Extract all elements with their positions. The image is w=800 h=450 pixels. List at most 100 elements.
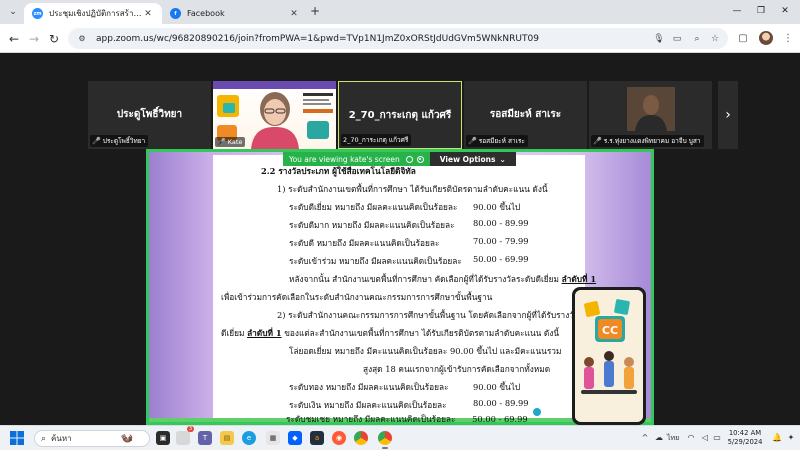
doc-value: 80.00 - 89.99 [473, 218, 529, 228]
participant-display-name: 2_70_การะเกตุ แก้วศรี [348, 110, 452, 121]
system-clock[interactable]: 10:42 AM 5/29/2024 [722, 429, 768, 447]
doc-value: 50.00 - 69.99 [473, 254, 529, 264]
doc-value: 70.00 - 79.99 [473, 236, 529, 246]
notification-bell-icon[interactable]: 🔔 [772, 433, 782, 443]
speaker-icon[interactable]: ◁ [700, 433, 710, 443]
participant-display-name: ประดูโพธิ์วิทยา [116, 109, 183, 120]
chrome-active-icon[interactable] [378, 431, 392, 449]
participant-label: 🎤 รอสมียะห์ สาเระ [466, 135, 528, 147]
muted-mic-icon: 🎤 [468, 137, 477, 145]
participant-display-name: รอสมียะห์ สาเระ [489, 109, 562, 120]
participant-label-text: ประดูโพธิ์วิทยา [102, 137, 146, 145]
participant-label: 2_70_การะเกตุ แก้วศรี [341, 134, 412, 146]
muted-mic-icon: 🎤 [92, 137, 101, 145]
amazon-icon[interactable]: a [310, 431, 324, 445]
chevron-down-icon: ⌄ [499, 154, 506, 164]
tab-close-icon[interactable]: ✕ [288, 9, 300, 19]
search-icon: ⌕ [41, 433, 47, 444]
participant-label-text: ร.ร.ทุ่งยางแดงพิทยาคม อาจีบ บูสา [603, 137, 701, 145]
battery-icon[interactable]: ▭ [712, 433, 722, 443]
doc-line: ดีเยี่ยม ลำดับที่ 1 ของแต่ละสำนักงานเขตพ… [221, 326, 559, 340]
forward-arrow-icon[interactable]: → [26, 31, 42, 47]
browser-toolbar: ← → ↻ ⚙ app.zoom.us/wc/96820890216/join?… [0, 24, 800, 53]
muted-mic-icon: 🎤 [217, 138, 226, 146]
shared-document: 2.2 รางวัลประเภท ผู้ใช้สื่อเทคโนโลยีดิจิ… [213, 155, 599, 422]
copilot-icon[interactable]: ✦ [786, 433, 796, 443]
record-indicator-icon [405, 155, 413, 163]
tray-overflow-icon[interactable]: ^ [640, 433, 650, 443]
edge-browser-icon[interactable]: e [242, 431, 256, 445]
doc-heading: 2.2 รางวัลประเภท ผู้ใช้สื่อเทคโนโลยีดิจิ… [261, 166, 416, 176]
tab-zoom-meeting[interactable]: zm ประชุมเชิงปฏิบัติการสร้างความรู้ ความ… [24, 3, 162, 24]
doc-line: หลังจากนั้น สำนักงานเขตพื้นที่การศึกษา ค… [289, 272, 596, 286]
address-url[interactable]: app.zoom.us/wc/96820890216/join?fromPWA=… [96, 34, 539, 44]
viewing-label: You are viewing kate's screen [283, 152, 430, 166]
reload-icon[interactable]: ↻ [46, 31, 62, 47]
participant-tile[interactable]: ประดูโพธิ์วิทยา 🎤 ประดูโพธิ์วิทยา [88, 81, 211, 149]
chrome-menu-icon[interactable]: ⋮ [780, 31, 796, 47]
file-explorer-icon[interactable]: ▤ [220, 431, 234, 445]
doc-line: ระดับทอง หมายถึง มีผลคะแนนคิดเป็นร้อยละ [289, 382, 449, 392]
input-language[interactable]: ไทย [667, 433, 679, 444]
viewing-banner: You are viewing kate's screen View Optio… [283, 152, 516, 166]
participant-tile[interactable]: รอสมียะห์ สาเระ 🎤 รอสมียะห์ สาเระ [464, 81, 587, 149]
teams-icon[interactable]: T [198, 431, 212, 445]
new-tab-button[interactable]: + [308, 4, 322, 18]
tab-title: ประชุมเชิงปฏิบัติการสร้างความรู้ ความ... [49, 9, 142, 18]
muted-mic-icon: 🎤 [593, 137, 602, 145]
doc-value: 50.00 - 69.99 [472, 414, 528, 424]
doc-line: ระดับเงิน หมายถึง มีผลคะแนนคิดเป็นร้อยละ [289, 400, 447, 410]
doc-line-text: ของแต่ละสำนักงานเขตพื้นที่การศึกษา ได้รั… [284, 328, 560, 338]
view-options-label: View Options [439, 154, 496, 164]
participant-tile-kate[interactable]: 🎤 Kate [213, 81, 336, 149]
doc-emphasis: ลำดับที่ 1 [561, 274, 597, 284]
participant-label: 🎤 Kate [215, 137, 246, 147]
task-view-icon[interactable]: ▣ [156, 431, 170, 445]
widgets-icon[interactable]: 3 [176, 426, 194, 445]
doc-value: 90.00 ขึ้นไป [473, 382, 521, 392]
participant-label: 🎤 ร.ร.ทุ่งยางแดงพิทยาคม อาจีบ บูสา [591, 135, 704, 147]
tab-search-icon[interactable]: ⌄ [6, 5, 20, 19]
restore-window-button[interactable]: ❐ [750, 4, 772, 18]
webcam-person [251, 92, 299, 149]
profile-avatar[interactable] [759, 31, 773, 45]
close-window-button[interactable]: ✕ [774, 4, 796, 18]
participant-tile-video[interactable]: 🎤 ร.ร.ทุ่งยางแดงพิทยาคม อาจีบ บูสา [589, 81, 712, 149]
bookmark-star-icon[interactable]: ☆ [708, 32, 722, 46]
tab-close-icon[interactable]: ✕ [142, 9, 154, 19]
dropbox-icon[interactable]: ◆ [288, 431, 302, 445]
zoom-magnifier-icon[interactable]: ⌕ [690, 32, 704, 46]
doc-line: ระดับดีเยี่ยม หมายถึง มีผลคะแนนคิดเป็นร้… [289, 202, 458, 212]
camera-icon[interactable]: ▭ [670, 32, 684, 46]
doc-value: 90.00 ขึ้นไป [473, 202, 521, 212]
back-arrow-icon[interactable]: ← [6, 31, 22, 47]
doc-line-text: ดีเยี่ยม [221, 328, 245, 338]
minimize-window-button[interactable]: — [726, 4, 748, 18]
chrome-icon[interactable] [354, 431, 368, 445]
onedrive-icon[interactable]: ☁ [654, 433, 664, 443]
tab-facebook[interactable]: f Facebook ✕ [162, 3, 308, 24]
address-bar[interactable]: ⚙ app.zoom.us/wc/96820890216/join?fromPW… [68, 28, 728, 49]
extensions-icon[interactable]: ▢ [735, 31, 751, 47]
windows-taskbar: ⌕ ค้นหา 🦦 ▣ 3 T ▤ e ▦ ◆ a ◉ ^ ☁ ไทย ◠ ◁ … [0, 425, 800, 450]
otter-widget-icon[interactable]: 🦦 [120, 431, 134, 445]
clock-date: 5/29/2024 [727, 438, 763, 446]
firefox-icon[interactable]: ◉ [332, 431, 346, 445]
doc-emphasis: ลำดับที่ 1 [247, 328, 282, 338]
microphone-icon[interactable]: 🎙 [652, 32, 666, 46]
phone-screen: CC [575, 290, 643, 422]
annotate-indicator-icon [416, 155, 424, 163]
store-icon[interactable]: ▦ [266, 431, 280, 445]
wifi-icon[interactable]: ◠ [686, 433, 696, 443]
participant-label-text: 2_70_การะเกตุ แก้วศรี [343, 136, 409, 144]
site-info-icon[interactable]: ⚙ [76, 33, 88, 45]
doc-line-text: หลังจากนั้น สำนักงานเขตพื้นที่การศึกษา ค… [289, 274, 560, 284]
participant-tile-active-speaker[interactable]: 2_70_การะเกตุ แก้วศรี 2_70_การะเกตุ แก้ว… [338, 81, 462, 149]
participant-label-text: รอสมียะห์ สาเระ [478, 137, 525, 145]
view-options-button[interactable]: View Options ⌄ [429, 152, 516, 166]
phone-illustration: CC [572, 287, 646, 425]
phone-badge-text: CC [602, 324, 618, 337]
next-page-arrow-icon[interactable]: › [718, 81, 738, 149]
windows-start-icon[interactable] [10, 431, 24, 445]
doc-line: เพื่อเข้าร่วมการคัดเลือกในระดับสำนักงานค… [221, 292, 493, 302]
